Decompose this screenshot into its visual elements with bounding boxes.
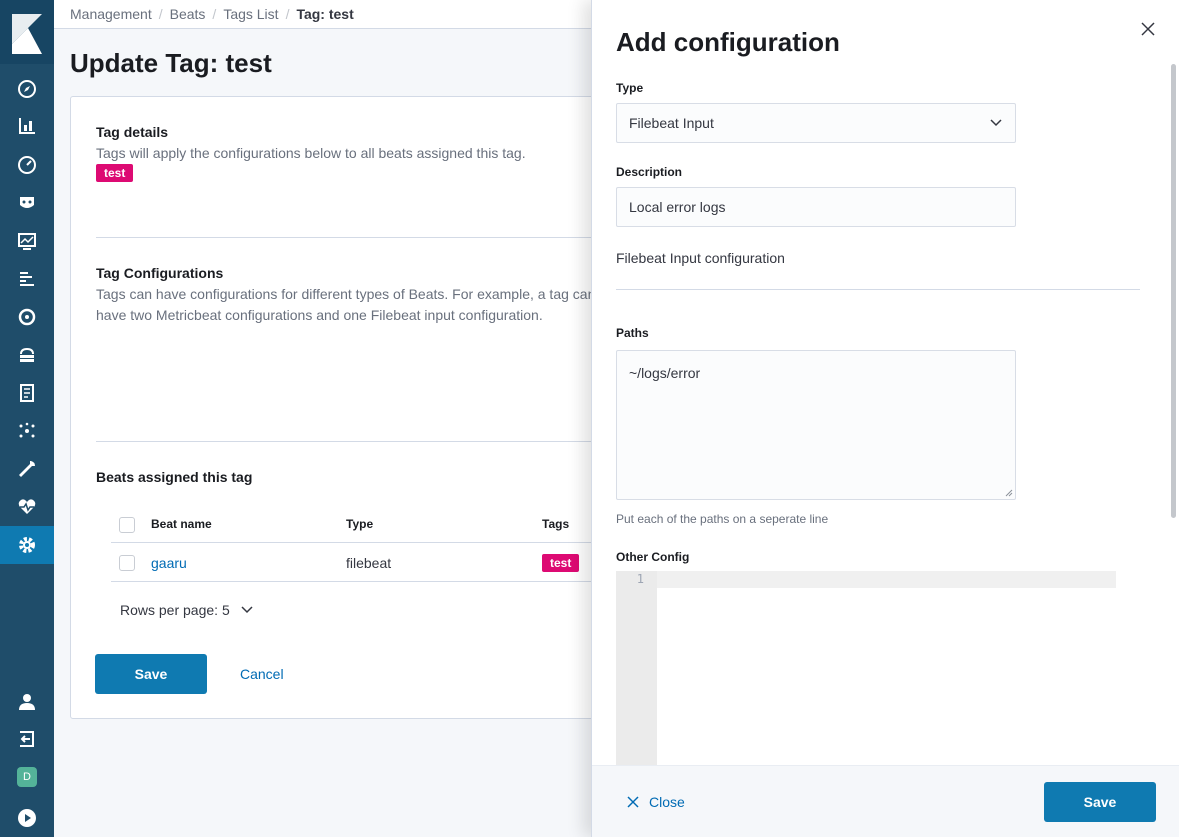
beats-title: Beats assigned this tag — [96, 469, 253, 485]
user-avatar[interactable]: D — [0, 758, 54, 796]
divider — [96, 237, 669, 238]
chevron-down-icon — [990, 119, 1002, 127]
management-icon[interactable] — [0, 526, 54, 564]
breadcrumb-beats[interactable]: Beats — [170, 6, 206, 22]
beat-type: filebeat — [346, 555, 392, 571]
tag-details-title: Tag details — [96, 124, 169, 140]
infrastructure-icon[interactable] — [0, 336, 54, 374]
add-configuration-flyout: Add configuration Type Filebeat Input De… — [591, 0, 1179, 837]
page-title: Update Tag: test — [70, 48, 272, 78]
tag-badge-wrap: test — [96, 164, 134, 182]
canvas-icon[interactable] — [0, 184, 54, 222]
breadcrumb-separator: / — [158, 6, 163, 22]
user-icon[interactable] — [0, 683, 54, 721]
row-checkbox[interactable] — [119, 555, 135, 571]
breadcrumb-current: Tag: test — [296, 6, 354, 22]
avatar-letter: D — [17, 767, 37, 787]
paths-textarea[interactable]: ~/logs/error — [616, 350, 1016, 500]
tag-details-text: Tags will apply the configurations below… — [96, 145, 526, 161]
breadcrumb-separator: / — [285, 6, 290, 22]
paths-value: ~/logs/error — [629, 365, 701, 381]
side-nav: D — [0, 0, 54, 837]
close-button-label: Close — [649, 794, 685, 810]
chevron-down-icon — [241, 606, 253, 614]
tag-configurations-title: Tag Configurations — [96, 265, 224, 281]
cancel-button[interactable]: Cancel — [240, 666, 284, 682]
monitoring-icon[interactable] — [0, 488, 54, 526]
breadcrumb-tags-list[interactable]: Tags List — [223, 6, 278, 22]
paths-label: Paths — [616, 326, 649, 340]
tag-badge: test — [96, 164, 134, 182]
beat-tags: test — [542, 554, 580, 572]
uptime-icon[interactable] — [0, 374, 54, 412]
help-icon[interactable] — [0, 799, 54, 837]
tag-panel: Tag details Tags will apply the configur… — [70, 96, 670, 719]
logs-icon[interactable] — [0, 260, 54, 298]
flyout-save-button[interactable]: Save — [1044, 782, 1156, 822]
select-all-checkbox[interactable] — [119, 517, 135, 533]
close-icon[interactable] — [1139, 20, 1157, 38]
editor-gutter: 1 — [616, 571, 657, 765]
flyout-footer: Close Save — [592, 765, 1179, 837]
table-header-divider — [111, 542, 669, 543]
apm-icon[interactable] — [0, 298, 54, 336]
kibana-logo[interactable] — [0, 0, 54, 64]
table-row-divider — [111, 581, 669, 582]
maps-icon[interactable] — [0, 222, 54, 260]
beat-tag-badge[interactable]: test — [542, 554, 580, 572]
paths-help: Put each of the paths on a seperate line — [616, 512, 829, 526]
description-label: Description — [616, 165, 683, 179]
dev-tools-icon[interactable] — [0, 450, 54, 488]
close-button[interactable]: Close — [627, 794, 685, 810]
rows-per-page[interactable]: Rows per page: 5 — [120, 602, 254, 618]
description-input[interactable]: Local error logs — [616, 187, 1016, 227]
divider — [616, 289, 1140, 290]
breadcrumb-management[interactable]: Management — [70, 6, 152, 22]
line-number: 1 — [636, 572, 644, 586]
logout-icon[interactable] — [0, 720, 54, 758]
divider — [96, 441, 669, 442]
scrollbar[interactable] — [1171, 64, 1176, 518]
type-select[interactable]: Filebeat Input — [616, 103, 1016, 143]
column-tags[interactable]: Tags — [542, 517, 569, 531]
close-icon — [627, 796, 639, 808]
editor-active-line[interactable] — [657, 571, 1116, 588]
code-editor[interactable]: 1 — [616, 571, 1116, 765]
visualize-icon[interactable] — [0, 107, 54, 145]
beat-name-link[interactable]: gaaru — [151, 555, 187, 571]
save-button[interactable]: Save — [95, 654, 207, 694]
tag-configurations-text: Tags can have configurations for differe… — [96, 286, 596, 323]
resize-handle-icon[interactable] — [1005, 489, 1013, 497]
breadcrumb-separator: / — [212, 6, 217, 22]
type-select-value: Filebeat Input — [629, 115, 714, 131]
config-section-title: Filebeat Input configuration — [616, 250, 785, 266]
flyout-title: Add configuration — [616, 27, 840, 57]
rows-per-page-label: Rows per page: 5 — [120, 602, 230, 618]
column-beat-name[interactable]: Beat name — [151, 517, 212, 531]
discover-icon[interactable] — [0, 70, 54, 108]
column-type[interactable]: Type — [346, 517, 373, 531]
graph-icon[interactable] — [0, 412, 54, 450]
dashboard-icon[interactable] — [0, 146, 54, 184]
other-config-label: Other Config — [616, 550, 690, 564]
type-label: Type — [616, 81, 644, 95]
